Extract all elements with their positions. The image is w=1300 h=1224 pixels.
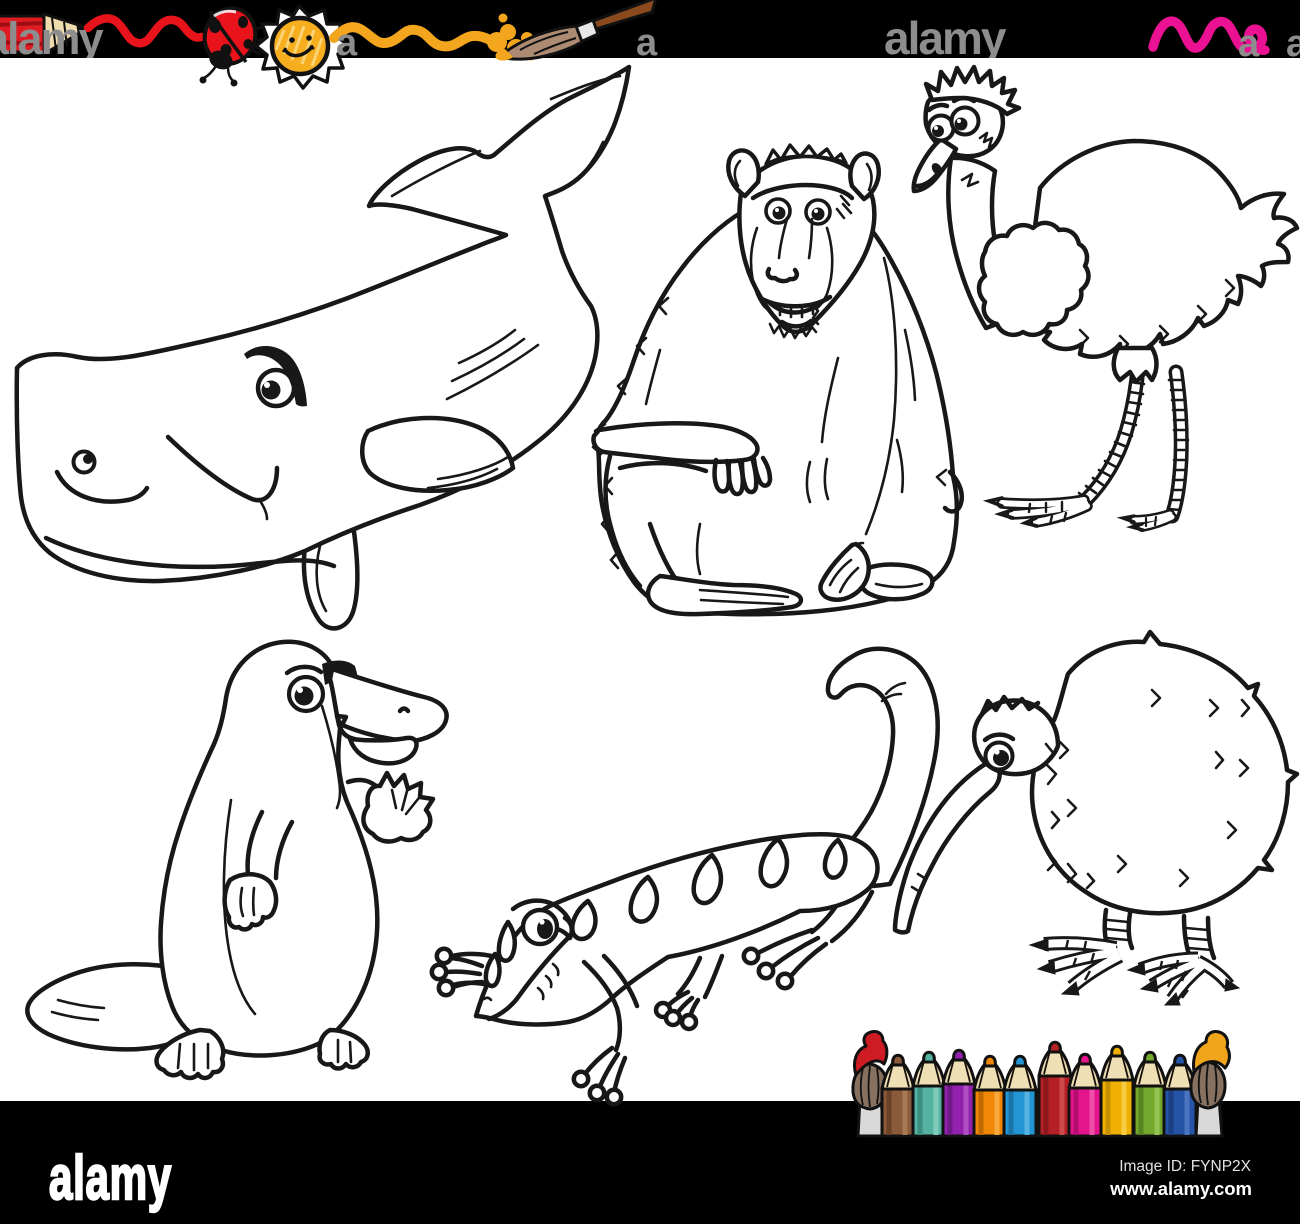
svg-text:Image ID: FYNP2X: Image ID: FYNP2X (1119, 1158, 1251, 1175)
svg-text:alamy: alamy (0, 13, 104, 64)
svg-text:www.alamy.com: www.alamy.com (1109, 1178, 1252, 1199)
svg-text:alamy: alamy (49, 1144, 172, 1213)
svg-text:a: a (636, 22, 658, 64)
svg-text:alamy: alamy (884, 12, 1007, 64)
svg-text:a: a (336, 22, 358, 64)
